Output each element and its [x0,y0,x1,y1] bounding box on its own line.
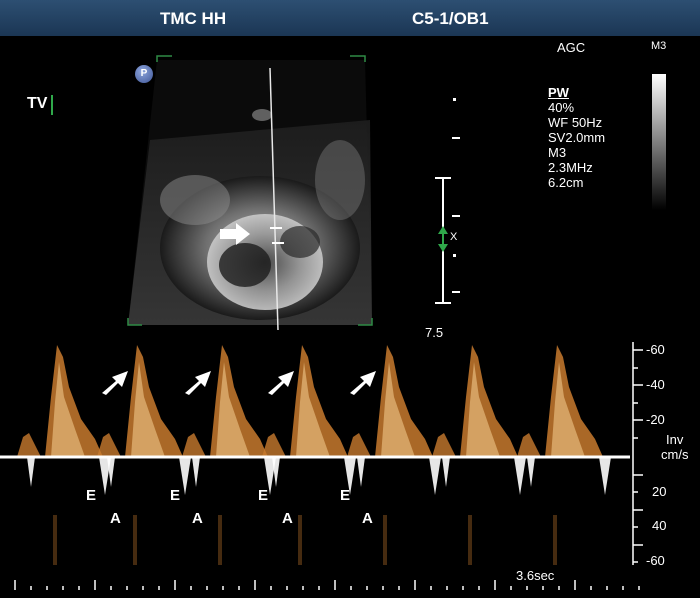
heart-cavity-2 [280,226,320,258]
depth-scale: X [435,98,460,304]
gate-marker-label: X [450,231,458,243]
velocity-label-lower-40: 40 [652,518,667,533]
heart-cavity [219,243,271,287]
velocity-label-lower-60: -60 [646,553,665,568]
velocity-label-lower-20: 20 [652,484,667,499]
gate-marker-up-icon [438,226,448,234]
e-wave-label: E [86,487,97,504]
ultrasound-screen: TMC HH C5-1/OB1 AGC M3 PW 40% WF 50Hz SV… [0,0,700,598]
a-wave-label: A [362,510,373,527]
a-wave-label: A [110,510,121,527]
velocity-unit-cms: cm/s [661,447,689,462]
b-mode-image [127,55,373,326]
a-wave-label: A [192,510,203,527]
e-wave-label: E [170,487,181,504]
depth-label: 7.5 [425,325,444,340]
velocity-label-upper-40: -40 [646,377,665,392]
gate-marker-down-icon [438,244,448,252]
velocity-label-upper-20: -20 [646,412,665,427]
depth-dot [453,98,456,101]
tissue-echo-2 [315,140,365,220]
image-layer: X [127,55,460,331]
e-wave-label: E [340,487,351,504]
time-scale-label: 3.6sec [516,568,555,583]
velocity-unit-inv: Inv [666,432,684,447]
velocity-label-upper-60: -60 [646,342,665,357]
tissue-echo-3 [252,109,272,121]
depth-dot [453,254,456,257]
tissue-echo [160,175,230,225]
a-wave-label: A [282,510,293,527]
e-wave-label: E [258,487,269,504]
